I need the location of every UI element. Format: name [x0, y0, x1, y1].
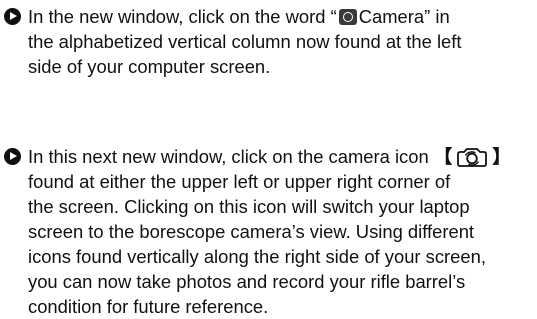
- step-2-line-1: In this next new window, click on the ca…: [28, 146, 511, 167]
- play-circle-icon: [4, 8, 21, 25]
- step-2-line-6: you can now take photos and record your …: [28, 271, 466, 292]
- instruction-step-1: In the new window, click on the word “Ca…: [4, 4, 534, 79]
- step-2-line-5: icons found vertically along the right s…: [28, 246, 486, 267]
- step-2-line-3: the screen. Clicking on this icon will s…: [28, 196, 470, 217]
- step-2-line-7: condition for future reference.: [28, 296, 269, 317]
- camera-switch-icon: [457, 148, 488, 167]
- step-2-line-4: screen to the borescope camera’s view. U…: [28, 221, 475, 242]
- camera-app-icon: [338, 9, 357, 25]
- play-circle-icon: [4, 148, 21, 165]
- step-2-line-2: found at either the upper left or upper …: [28, 171, 451, 192]
- bracket-close: 】: [492, 146, 511, 167]
- step-1-line-2: the alphabetized vertical column now fou…: [28, 31, 462, 52]
- step-1-line-1: In the new window, click on the word “Ca…: [28, 6, 450, 27]
- bracket-open: 【: [433, 146, 453, 167]
- step-1-line-3: side of your computer screen.: [28, 56, 271, 77]
- instruction-step-2: In this next new window, click on the ca…: [4, 144, 534, 319]
